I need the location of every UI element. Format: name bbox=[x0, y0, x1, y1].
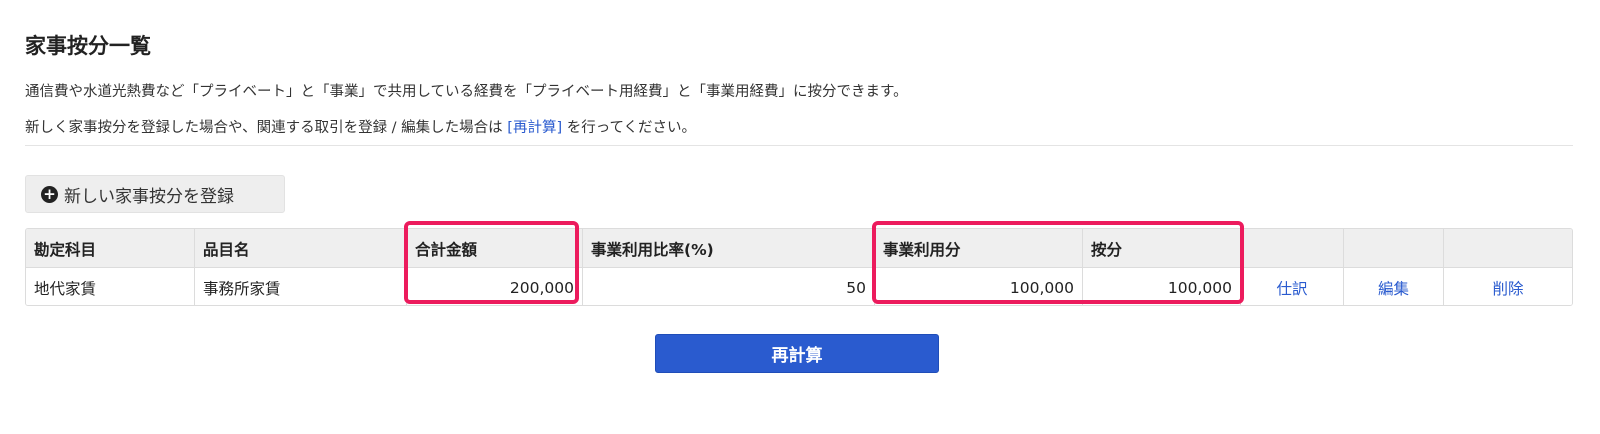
table-header: 勘定科目 品目名 合計金額 事業利用比率(%) 事業利用分 按分 bbox=[26, 229, 1572, 268]
new-allocation-button[interactable]: + 新しい家事按分を登録 bbox=[25, 175, 285, 213]
cell-account: 地代家賃 bbox=[26, 268, 195, 305]
description-text: 新しく家事按分を登録した場合や、関連する取引を登録 / 編集した場合は bbox=[25, 120, 508, 136]
header-item: 品目名 bbox=[195, 229, 407, 268]
new-allocation-button-label: 新しい家事按分を登録 bbox=[64, 186, 234, 207]
header-empty-1 bbox=[1241, 229, 1344, 268]
recalculate-link[interactable]: [再計算] bbox=[507, 120, 562, 136]
edit-link[interactable]: 編集 bbox=[1344, 268, 1444, 305]
description-line-2: 新しく家事按分を登録した場合や、関連する取引を登録 / 編集した場合は [再計算… bbox=[25, 116, 696, 137]
header-account: 勘定科目 bbox=[26, 229, 195, 268]
cell-item: 事務所家賃 bbox=[195, 268, 407, 305]
header-business-use: 事業利用分 bbox=[875, 229, 1083, 268]
header-ratio: 事業利用比率(%) bbox=[583, 229, 875, 268]
delete-link[interactable]: 削除 bbox=[1444, 268, 1572, 305]
cell-business-use: 100,000 bbox=[875, 268, 1083, 305]
page-title: 家事按分一覧 bbox=[25, 34, 151, 58]
header-allocation: 按分 bbox=[1083, 229, 1241, 268]
divider bbox=[25, 145, 1573, 146]
header-empty-2 bbox=[1344, 229, 1444, 268]
description-line-1: 通信費や水道光熱費など「プライベート」と「事業」で共用している経費を「プライベー… bbox=[25, 84, 908, 100]
allocation-table: 勘定科目 品目名 合計金額 事業利用比率(%) 事業利用分 按分 地代家賃 事務… bbox=[25, 228, 1573, 306]
cell-ratio: 50 bbox=[583, 268, 875, 305]
header-empty-3 bbox=[1444, 229, 1572, 268]
header-total: 合計金額 bbox=[407, 229, 583, 268]
table-row: 地代家賃 事務所家賃 200,000 50 100,000 100,000 仕訳… bbox=[26, 268, 1572, 305]
plus-circle-icon: + bbox=[41, 185, 58, 203]
cell-total: 200,000 bbox=[407, 268, 583, 305]
journal-link[interactable]: 仕訳 bbox=[1241, 268, 1344, 305]
cell-allocation: 100,000 bbox=[1083, 268, 1241, 305]
description-text-end: を行ってください。 bbox=[562, 120, 697, 136]
recalculate-button[interactable]: 再計算 bbox=[655, 334, 939, 373]
